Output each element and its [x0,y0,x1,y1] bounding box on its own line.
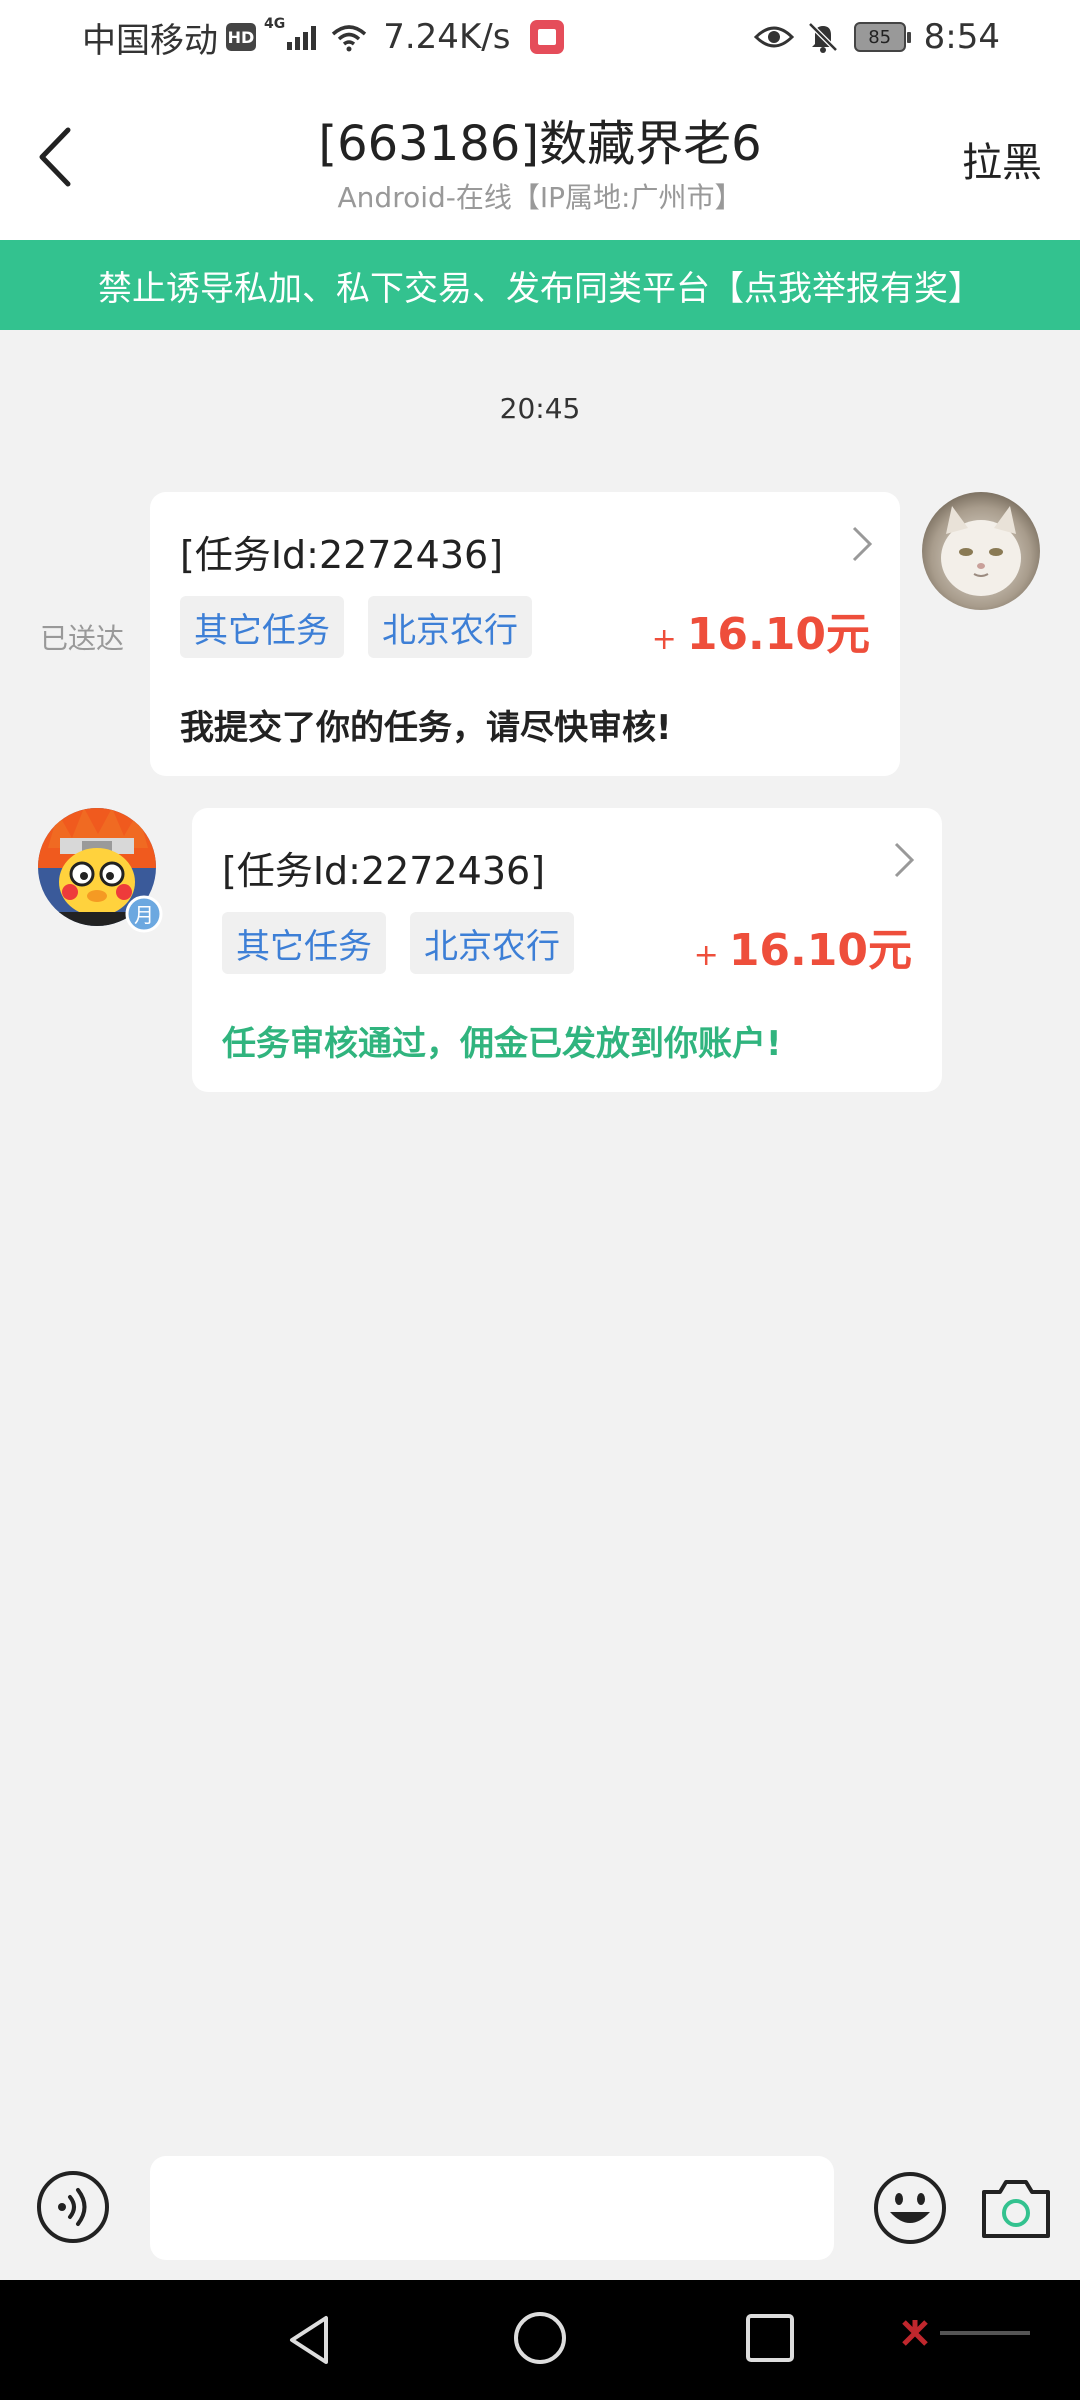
signal-icon [287,24,319,50]
voice-icon[interactable] [36,2170,110,2244]
report-banner-text: 禁止诱导私加、私下交易、发布同类平台【点我举报有奖】 [98,268,982,309]
cat-avatar-image [922,492,1040,610]
input-bar [0,2130,1080,2280]
chat-title: [663186]数藏界老6 [318,116,762,172]
message-text: 我提交了你的任务，请尽快审核! [180,708,672,748]
task-id: [任务Id:2272436] [222,849,546,893]
network-speed: 7.24K/s [383,17,511,57]
chevron-right-icon [852,526,873,562]
cartoon-avatar-image: 月 [38,808,163,933]
contact-avatar[interactable]: 月 [38,808,163,933]
eye-icon [753,26,794,48]
nav-recent-icon[interactable] [742,2310,798,2366]
watermark-text-image [940,2331,1030,2335]
battery-icon: 85 [853,22,911,52]
hd-icon: HD [226,23,256,51]
chevron-right-icon [894,842,915,878]
task-tags: 其它任务 北京农行 [180,596,556,658]
block-button[interactable]: 拉黑 [962,130,1042,188]
wifi-icon [332,25,367,52]
task-message-card[interactable]: [任务Id:2272436] 其它任务 北京农行 + 16.10元 我提交了你的… [150,492,900,776]
emoji-icon[interactable] [872,2170,948,2246]
system-nav-bar [0,2280,1080,2400]
task-id: [任务Id:2272436] [180,533,504,577]
task-tag: 北京农行 [368,596,532,658]
task-amount: + 16.10元 [694,914,912,978]
chat-subtitle: Android-在线【IP属地:广州市】 [337,181,743,214]
task-tag: 其它任务 [222,912,386,974]
status-left: 中国移动 HD 4G 7.24K/s [82,14,565,61]
message-input[interactable] [150,2156,834,2260]
watermark-logo [900,2318,1030,2348]
mute-bell-icon [807,22,838,53]
watermark-logo-icon [902,2320,928,2346]
task-amount: + 16.10元 [652,598,870,662]
task-tag: 其它任务 [180,596,344,658]
report-banner[interactable]: 禁止诱导私加、私下交易、发布同类平台【点我举报有奖】 [0,240,1080,330]
nav-back-icon[interactable] [280,2310,340,2370]
task-message-card[interactable]: [任务Id:2272436] 其它任务 北京农行 + 16.10元 任务审核通过… [192,808,942,1092]
nav-home-icon[interactable] [510,2308,570,2368]
status-bar: 中国移动 HD 4G 7.24K/s 85 8:54 [0,0,1080,74]
camera-icon[interactable] [978,2174,1054,2244]
member-badge-text: 月 [134,903,154,927]
clock: 8:54 [923,17,1000,57]
chat-header: [663186]数藏界老6 Android-在线【IP属地:广州市】 拉黑 [0,74,1080,240]
network-type: 4G [264,16,286,32]
message-text: 任务审核通过，佣金已发放到你账户! [222,1024,782,1064]
carrier-label: 中国移动 [82,20,218,61]
my-avatar[interactable] [922,492,1040,610]
amount-sign: + [693,938,719,973]
delivered-status: 已送达 [40,622,125,655]
status-right: 85 8:54 [753,14,1000,60]
task-tags: 其它任务 北京农行 [222,912,598,974]
message-timestamp: 20:45 [499,392,581,425]
amount-sign: + [651,622,677,657]
task-tag: 北京农行 [410,912,574,974]
notification-app-icon [530,20,565,54]
amount-value: 16.10元 [728,925,912,976]
amount-value: 16.10元 [686,609,870,660]
